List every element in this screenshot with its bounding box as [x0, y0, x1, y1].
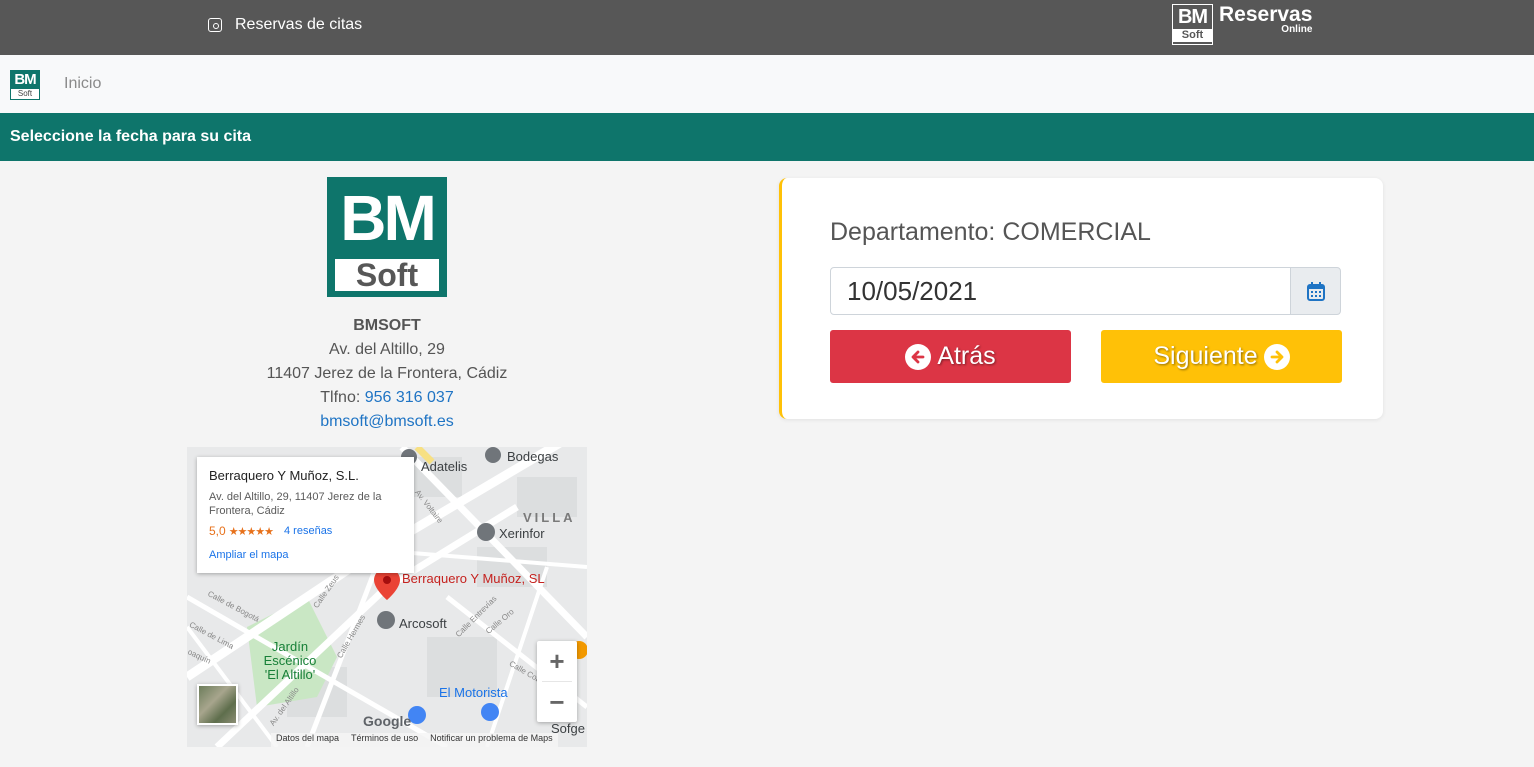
company-address-line1: Av. del Altillo, 29	[329, 341, 445, 358]
brand-main: Reservas	[1219, 3, 1313, 26]
map-enlarge-link[interactable]: Ampliar el mapa	[209, 549, 402, 561]
map-card-title: Berraquero Y Muñoz, S.L.	[209, 468, 359, 483]
map-label-villa: VILLA	[523, 510, 576, 525]
zoom-in-button[interactable]: +	[537, 641, 577, 681]
company-logo: BM Soft	[327, 177, 447, 297]
appointment-card: Departamento: COMERCIAL Atrás Siguiente	[779, 178, 1383, 419]
company-logo-soft: Soft	[335, 259, 439, 291]
map-card-stars: ★★★★★	[228, 525, 274, 538]
google-logo: Google	[363, 713, 411, 729]
company-phone-row: Tlfno: 956 316 037	[187, 386, 587, 410]
map-label-adatelis: Adatelis	[421, 459, 468, 474]
section-header: Seleccione la fecha para su cita	[0, 113, 1534, 161]
phone-link[interactable]: 956 316 037	[365, 389, 454, 406]
map-pin-label: Berraquero Y Muñoz, SL	[402, 571, 545, 586]
nav-logo-bm: BM	[14, 71, 36, 88]
navbar: BM Soft Inicio	[0, 55, 1534, 113]
calendar-icon	[1306, 281, 1325, 301]
app-title-text: Reservas de citas	[235, 16, 363, 33]
company-address-line2: 11407 Jerez de la Frontera, Cádiz	[266, 365, 508, 382]
back-button-label: Atrás	[937, 342, 996, 370]
company-logo-bm: BM	[340, 182, 437, 254]
app-title: Reservas de citas	[208, 16, 362, 34]
arrow-left-circle-icon	[905, 343, 932, 370]
brand-sub: Online	[1281, 24, 1313, 35]
email-link[interactable]: bmsoft@bmsoft.es	[320, 413, 454, 430]
company-name: BMSOFT	[353, 317, 421, 334]
map-terms-link[interactable]: Términos de uso	[351, 733, 418, 747]
map-embed[interactable]: Berraquero Y Muñoz, SL Adatelis Bodegas …	[187, 447, 587, 747]
map-label-jardin: Jardín Escénico 'El Altillo'	[263, 639, 317, 682]
map-label-arcosoft: Arcosoft	[399, 616, 447, 631]
phone-label: Tlfno:	[320, 389, 361, 406]
map-card-reviews-link[interactable]: 4 reseñas	[284, 525, 332, 537]
nav-logo-soft: Soft	[11, 89, 39, 99]
map-label-bodegas: Bodegas	[507, 449, 559, 464]
clock-icon	[208, 18, 222, 32]
back-button[interactable]: Atrás	[830, 330, 1071, 383]
map-label-xerinfor: Xerinfor	[499, 526, 545, 541]
logo-bm-text: BM	[1177, 6, 1208, 28]
company-info: BMSOFT Av. del Altillo, 29 11407 Jerez d…	[187, 314, 587, 434]
bm-soft-logo: BM Soft	[1172, 4, 1213, 45]
section-header-text: Seleccione la fecha para su cita	[10, 128, 252, 145]
satellite-toggle[interactable]	[197, 684, 238, 725]
arrow-right-circle-icon	[1263, 343, 1290, 370]
map-card-score: 5,0	[209, 524, 226, 538]
nav-link-inicio[interactable]: Inicio	[64, 75, 101, 93]
department-label: Departamento: COMERCIAL	[830, 218, 1151, 246]
brand-text: Reservas Online	[1219, 3, 1313, 35]
top-bar: Reservas de citas BM Soft Reservas Onlin…	[0, 0, 1534, 55]
nav-logo[interactable]: BM Soft	[10, 70, 40, 100]
logo-soft-text: Soft	[1173, 29, 1212, 42]
google-logo-text: Google	[363, 713, 412, 729]
map-info-card: Berraquero Y Muñoz, S.L. Av. del Altillo…	[197, 457, 414, 573]
zoom-out-button[interactable]: −	[537, 682, 577, 722]
map-label-motorista: El Motorista	[439, 685, 508, 700]
map-card-address: Av. del Altillo, 29, 11407 Jerez de la F…	[209, 491, 382, 517]
map-data-link[interactable]: Datos del mapa	[276, 733, 339, 747]
map-zoom-controls: + −	[537, 641, 577, 722]
next-button[interactable]: Siguiente	[1101, 330, 1342, 383]
date-input[interactable]	[830, 267, 1291, 315]
map-footer: Datos del mapa Términos de uso Notificar…	[271, 733, 558, 747]
map-card-rating: 5,0 ★★★★★ 4 reseñas	[209, 524, 402, 538]
calendar-button[interactable]	[1290, 267, 1341, 315]
map-report-link[interactable]: Notificar un problema de Maps	[430, 733, 553, 747]
brand-logo: BM Soft Reservas Online	[1172, 4, 1312, 45]
next-button-label: Siguiente	[1153, 342, 1258, 370]
